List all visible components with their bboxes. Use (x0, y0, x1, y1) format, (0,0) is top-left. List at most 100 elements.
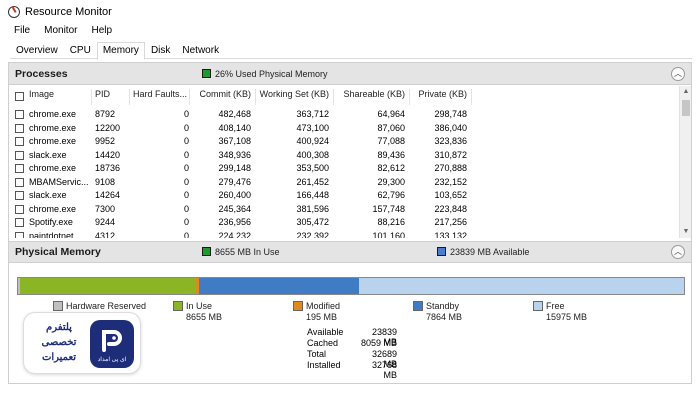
cell-image: Spotify.exe (29, 217, 73, 227)
row-checkbox[interactable] (15, 164, 24, 173)
menu-bar: File Monitor Help (14, 25, 112, 39)
cell-shareable: 101,160 (372, 230, 405, 239)
cell-shareable: 77,088 (377, 136, 405, 146)
tab-cpu[interactable]: CPU (64, 42, 97, 59)
row-checkbox[interactable] (15, 191, 24, 200)
tab-overview[interactable]: Overview (10, 42, 64, 59)
cell-shareable: 82,612 (377, 163, 405, 173)
col-private[interactable]: Private (KB) (409, 89, 467, 105)
legend-standby-value: 7864 MB (426, 312, 463, 322)
cell-commit: 224,232 (218, 230, 251, 239)
legend-standby-swatch (413, 301, 423, 311)
cell-working-set: 400,308 (296, 149, 329, 160)
menu-help[interactable]: Help (91, 25, 112, 39)
row-checkbox[interactable] (15, 177, 24, 187)
col-pid[interactable]: PID (95, 89, 110, 105)
cell-working-set: 305,472 (296, 217, 329, 227)
cell-hard-faults: 0 (183, 176, 189, 187)
legend-free-label: Free (546, 301, 565, 311)
processes-scrollbar[interactable]: ▲ ▼ (679, 86, 691, 238)
stat-available-label: Available (307, 327, 344, 337)
row-checkbox[interactable] (15, 204, 24, 214)
bar-free (359, 278, 684, 294)
cell-private: 386,040 (434, 122, 467, 133)
table-row[interactable]: slack.exe 14264 0 260,400 166,448 62,796 103,6… (9, 189, 679, 203)
table-row[interactable]: paintdotnet... 4312 0 224,232 232,392 101,160… (9, 230, 679, 239)
table-row[interactable]: MBAMServic... 9108 0 279,476 261,452 29,300 23… (9, 176, 679, 190)
scroll-up-icon[interactable]: ▲ (680, 86, 692, 98)
row-checkbox[interactable] (15, 110, 24, 119)
green-status-square-icon (202, 68, 211, 78)
watermark-line-3: تعمیرات (41, 352, 77, 363)
table-row[interactable]: slack.exe 14420 0 348,936 400,308 89,436 310,8… (9, 149, 679, 163)
in-use-status: 8655 MB In Use (202, 247, 280, 257)
watermark-line-1: پلتفرم (46, 322, 72, 333)
row-checkbox[interactable] (15, 123, 24, 133)
processes-header[interactable]: Processes 26% Used Physical Memory ︿ (9, 63, 691, 85)
select-all-checkbox[interactable] (15, 92, 24, 101)
col-working-set[interactable]: Working Set (KB) (255, 89, 329, 105)
col-hard-faults[interactable]: Hard Faults... (133, 89, 187, 105)
scroll-thumb[interactable] (682, 100, 690, 116)
memory-usage-bar (17, 277, 685, 295)
cell-private: 133,132 (434, 230, 467, 239)
cell-working-set: 400,924 (296, 136, 329, 146)
used-physical-memory-text: 26% Used Physical Memory (215, 68, 328, 79)
cell-private: 310,872 (434, 149, 467, 160)
tab-memory[interactable]: Memory (96, 42, 145, 60)
row-checkbox[interactable] (15, 137, 24, 146)
legend-free-swatch (533, 301, 543, 311)
table-row[interactable]: chrome.exe 18736 0 299,148 353,500 82,612 270,… (9, 162, 679, 176)
cell-image: chrome.exe (29, 109, 77, 119)
cell-working-set: 261,452 (296, 176, 329, 187)
brand-mark-icon (102, 330, 122, 352)
cell-shareable: 87,060 (377, 122, 405, 133)
stat-cached-value: 8059 MB (360, 338, 397, 348)
cell-working-set: 353,500 (296, 163, 329, 173)
cell-commit: 236,956 (218, 217, 251, 227)
stat-installed-value: 32768 MB (371, 360, 397, 380)
cell-hard-faults: 0 (183, 149, 189, 160)
cell-private: 323,836 (434, 136, 467, 146)
watermark-badge: ای پی امداد (90, 320, 134, 368)
col-image[interactable]: Image (29, 89, 54, 105)
collapse-chevron-up-icon[interactable]: ︿ (671, 245, 685, 259)
blue-status-square-icon (437, 247, 446, 256)
row-checkbox[interactable] (15, 231, 24, 238)
collapse-chevron-up-icon[interactable]: ︿ (671, 66, 685, 81)
tab-strip: Overview CPU Memory Disk Network (10, 42, 692, 60)
legend-in-use-value: 8655 MB (186, 312, 223, 322)
cell-hard-faults: 0 (183, 163, 189, 173)
menu-file[interactable]: File (14, 25, 30, 39)
cell-pid: 9244 (95, 217, 116, 227)
col-commit[interactable]: Commit (KB) (189, 89, 252, 105)
stat-installed-label: Installed (307, 360, 341, 370)
cell-image: chrome.exe (29, 122, 77, 133)
menu-monitor[interactable]: Monitor (44, 25, 77, 39)
col-shareable[interactable]: Shareable (KB) (333, 89, 405, 105)
tab-disk[interactable]: Disk (145, 42, 176, 59)
cell-private: 217,256 (434, 217, 467, 227)
row-checkbox[interactable] (15, 150, 24, 160)
cell-image: slack.exe (29, 149, 67, 160)
cell-working-set: 473,100 (296, 122, 329, 133)
table-row[interactable]: chrome.exe 7300 0 245,364 381,596 157,748 223,… (9, 203, 679, 217)
row-checkbox[interactable] (15, 218, 24, 227)
cell-pid: 14420 (95, 149, 121, 160)
available-status: 23839 MB Available (437, 247, 529, 257)
window-title: Resource Monitor (25, 6, 112, 18)
cell-image: MBAMServic... (29, 176, 89, 187)
cell-pid: 9108 (95, 176, 116, 187)
processes-table: Image PID Hard Faults... Commit (KB) Wor… (9, 86, 691, 238)
table-row[interactable]: chrome.exe 12200 0 408,140 473,100 87,060 386,… (9, 122, 679, 136)
table-row[interactable]: chrome.exe 8792 0 482,468 363,712 64,964 298,7… (9, 108, 679, 122)
cell-private: 232,152 (434, 176, 467, 187)
physical-memory-header[interactable]: Physical Memory 8655 MB In Use 23839 MB … (9, 241, 691, 263)
legend-hardware-reserved-swatch (53, 301, 63, 311)
stat-available-value: 23839 MB (371, 327, 397, 347)
table-row[interactable]: chrome.exe 9952 0 367,108 400,924 77,088 323,8… (9, 135, 679, 149)
watermark-badge-text: ای پی امداد (97, 357, 127, 363)
table-row[interactable]: Spotify.exe 9244 0 236,956 305,472 88,216 217,… (9, 216, 679, 230)
scroll-down-icon[interactable]: ▼ (680, 226, 692, 238)
tab-network[interactable]: Network (176, 42, 225, 59)
